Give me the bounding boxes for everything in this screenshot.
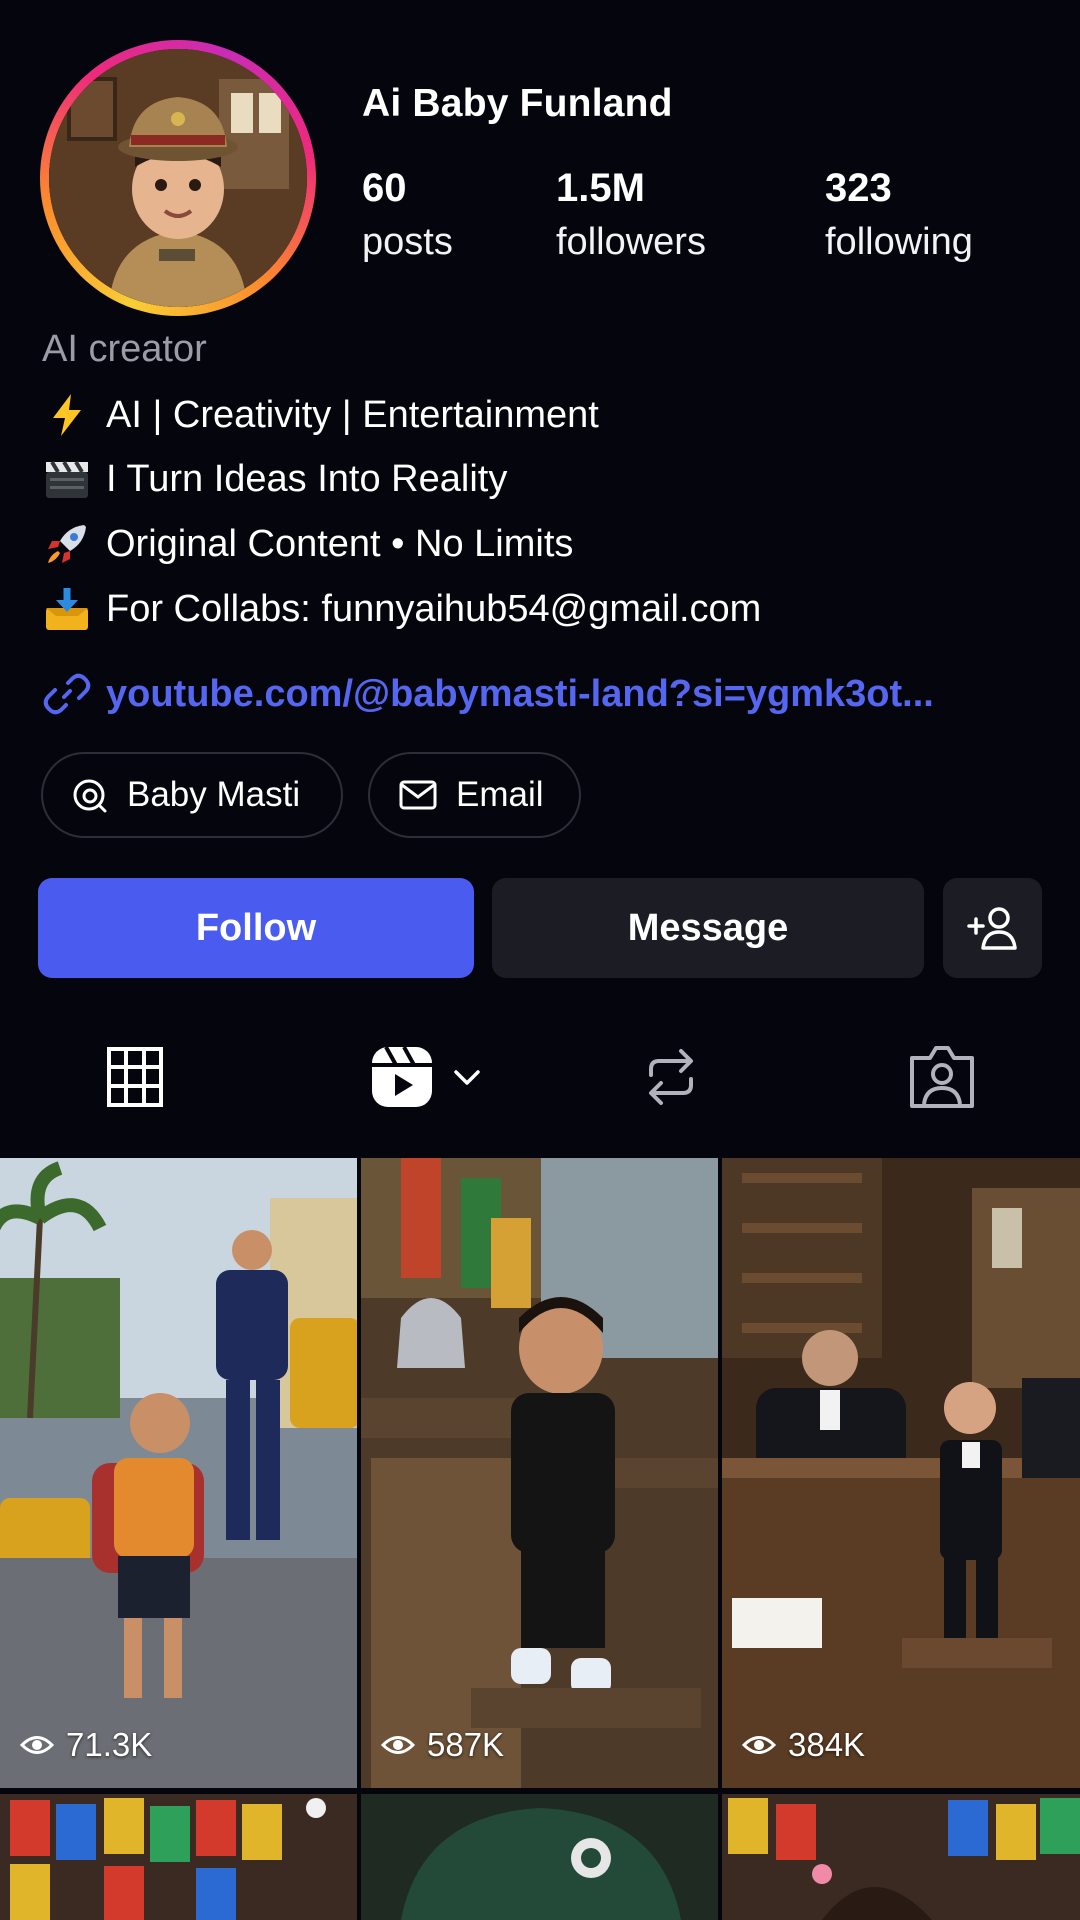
threads-pill[interactable]: Baby Masti (41, 752, 343, 838)
bio-line: For Collabs: funnyaihub54@gmail.com (42, 584, 761, 634)
grid-icon (107, 1047, 163, 1107)
stat-following-value: 323 (825, 166, 892, 210)
stat-followers-label: followers (556, 221, 706, 263)
bio-line-text: AI | Creativity | Entertainment (106, 394, 599, 436)
profile-avatar (49, 49, 307, 307)
post-thumbnail[interactable]: 71.3K (0, 1158, 357, 1788)
threads-icon (73, 779, 107, 813)
add-user-icon (966, 907, 1017, 950)
bio-line: I Turn Ideas Into Reality (42, 454, 507, 504)
tab-tagged[interactable] (908, 1040, 976, 1114)
eye-icon (742, 1736, 776, 1754)
post-image (0, 1158, 357, 1788)
stat-posts[interactable]: 60 posts (362, 164, 453, 272)
email-pill[interactable]: Email (368, 752, 581, 838)
tab-grid[interactable] (106, 1040, 164, 1114)
bio-line: Original Content • No Limits (42, 519, 573, 569)
post-views-count: 71.3K (66, 1726, 153, 1763)
mail-icon (399, 780, 437, 810)
rocket-icon (42, 521, 92, 567)
add-user-button[interactable] (943, 878, 1042, 978)
profile-username: Ai Baby Funland (362, 82, 673, 125)
link-icon (43, 673, 91, 715)
post-views: 384K (742, 1726, 865, 1764)
post-views: 587K (381, 1726, 504, 1764)
stat-following-label: following (825, 221, 973, 263)
post-image (361, 1794, 718, 1920)
post-views: 71.3K (20, 1726, 152, 1764)
bio-line-text: Original Content • No Limits (106, 523, 574, 565)
stat-following[interactable]: 323 following (825, 164, 973, 272)
stat-followers[interactable]: 1.5M followers (556, 164, 706, 272)
stat-posts-label: posts (362, 221, 453, 263)
bio-line-text: For Collabs: funnyaihub54@gmail.com (106, 588, 762, 630)
inbox-tray-icon (42, 586, 92, 632)
lightning-icon (42, 392, 92, 438)
follow-button[interactable]: Follow (38, 878, 474, 978)
email-pill-label: Email (456, 775, 544, 814)
post-thumbnail[interactable]: 384K (722, 1158, 1080, 1788)
profile-category: AI creator (42, 328, 207, 370)
bio-line-text: I Turn Ideas Into Reality (106, 458, 508, 500)
post-image (722, 1794, 1080, 1920)
post-thumbnail[interactable] (0, 1794, 357, 1920)
post-image (361, 1158, 718, 1788)
message-button[interactable]: Message (492, 878, 924, 978)
post-thumbnail[interactable]: 587K (361, 1158, 718, 1788)
post-views-count: 587K (427, 1726, 505, 1763)
clapperboard-icon (42, 456, 92, 502)
tab-reels[interactable] (370, 1040, 484, 1114)
post-image (722, 1158, 1080, 1788)
profile-link[interactable]: youtube.com/@babymasti-land?si=ygmk3ot..… (42, 666, 934, 722)
reels-icon (372, 1046, 432, 1107)
threads-pill-label: Baby Masti (127, 775, 301, 814)
tab-reposts[interactable] (643, 1040, 699, 1114)
eye-icon (381, 1736, 415, 1754)
post-views-count: 384K (788, 1726, 866, 1763)
profile-link-text: youtube.com/@babymasti-land?si=ygmk3ot..… (106, 672, 934, 715)
stat-followers-value: 1.5M (556, 166, 645, 210)
bio-line: AI | Creativity | Entertainment (42, 390, 599, 440)
profile-avatar-ring[interactable] (40, 40, 316, 316)
post-thumbnail[interactable] (361, 1794, 718, 1920)
stat-posts-value: 60 (362, 166, 407, 210)
chevron-down-icon[interactable] (450, 1060, 484, 1094)
post-thumbnail[interactable] (722, 1794, 1080, 1920)
post-image (0, 1794, 357, 1920)
tagged-icon (910, 1046, 974, 1108)
reposts-icon (649, 1049, 693, 1105)
eye-icon (20, 1736, 54, 1754)
